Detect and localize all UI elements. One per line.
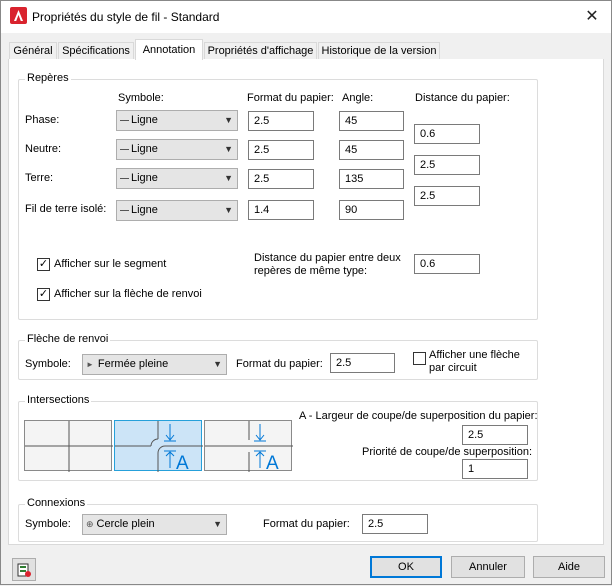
col-distance-header: Distance du papier:: [415, 92, 510, 104]
tab-historique-version[interactable]: Historique de la version: [318, 42, 440, 60]
fleche-symbole-label: Symbole:: [25, 358, 71, 370]
phase-label: Phase:: [25, 114, 60, 126]
tab-proprietes-affichage[interactable]: Propriétés d'affichage: [204, 42, 317, 60]
terre-angle-input[interactable]: 135: [339, 169, 404, 189]
phase-distance-input[interactable]: 0.6: [414, 124, 480, 144]
neutre-distance-input[interactable]: 2.5: [414, 155, 480, 175]
fil-terre-isole-angle-input[interactable]: 90: [339, 200, 404, 220]
intersection-none-icon: [25, 421, 113, 472]
connexions-symbole-value: Cercle plein: [96, 518, 155, 530]
filled-circle-icon: ⊕: [86, 519, 94, 529]
fleche-symbole-value: Fermée pleine: [97, 358, 169, 370]
afficher-fleche-checkbox[interactable]: ✓: [37, 288, 50, 301]
line-symbol-icon: [120, 177, 129, 179]
connexions-group-label: Connexions: [25, 497, 88, 509]
distance-deux-label-line2: repères de même type:: [254, 265, 368, 277]
afficher-segment-checkbox[interactable]: ✓: [37, 258, 50, 271]
tab-specifications[interactable]: Spécifications: [58, 42, 134, 60]
fleche-renvoi-group-label: Flèche de renvoi: [25, 333, 111, 345]
style-browser-icon: [17, 563, 31, 577]
chevron-down-icon: ▼: [224, 144, 233, 154]
col-format-header: Format du papier:: [247, 92, 334, 104]
connexions-format-input[interactable]: 2.5: [362, 514, 428, 534]
neutre-angle-input[interactable]: 45: [339, 140, 404, 160]
close-icon: ✕: [585, 8, 599, 25]
fil-terre-isole-symbole-select[interactable]: Ligne ▼: [116, 200, 238, 221]
style-browser-button[interactable]: [12, 558, 36, 581]
afficher-fleche-circuit-checkbox[interactable]: [413, 352, 426, 365]
aide-button[interactable]: Aide: [533, 556, 605, 578]
fleche-symbole-select[interactable]: ► Fermée pleine ▼: [82, 354, 227, 375]
line-symbol-icon: [120, 119, 129, 121]
annuler-button[interactable]: Annuler: [451, 556, 525, 578]
fil-terre-isole-label: Fil de terre isolé:: [25, 203, 107, 215]
largeur-coupe-label: A - Largeur de coupe/de superposition du…: [299, 410, 538, 422]
intersection-break-icon: A: [115, 421, 203, 472]
connexions-symbole-label: Symbole:: [25, 518, 71, 530]
svg-text:A: A: [266, 453, 279, 472]
ok-button[interactable]: OK: [370, 556, 442, 578]
fil-terre-isole-symbole-value: Ligne: [131, 204, 158, 216]
terre-symbole-select[interactable]: Ligne ▼: [116, 168, 238, 189]
largeur-coupe-input[interactable]: 2.5: [462, 425, 528, 445]
priorite-coupe-label: Priorité de coupe/de superposition:: [362, 446, 532, 458]
chevron-down-icon: ▼: [224, 173, 233, 183]
tab-annotation[interactable]: Annotation: [135, 39, 203, 60]
title-bar: Propriétés du style de fil - Standard ✕: [1, 1, 611, 33]
fil-terre-isole-format-input[interactable]: 1.4: [248, 200, 314, 220]
terre-format-input[interactable]: 2.5: [248, 169, 314, 189]
terre-symbole-value: Ligne: [131, 172, 158, 184]
afficher-segment-label: Afficher sur le segment: [54, 258, 167, 270]
distance-deux-label-line1: Distance du papier entre deux: [254, 252, 401, 264]
close-button[interactable]: ✕: [573, 2, 611, 31]
chevron-down-icon: ▼: [224, 115, 233, 125]
chevron-down-icon: ▼: [213, 519, 222, 529]
reperes-group-label: Repères: [25, 72, 71, 84]
priorite-coupe-input[interactable]: 1: [462, 459, 528, 479]
tab-general[interactable]: Général: [9, 42, 57, 60]
col-symbole-header: Symbole:: [118, 92, 164, 104]
neutre-format-input[interactable]: 2.5: [248, 140, 314, 160]
neutre-symbole-select[interactable]: Ligne ▼: [116, 139, 238, 160]
connexions-format-label: Format du papier:: [263, 518, 350, 530]
phase-symbole-value: Ligne: [131, 114, 158, 126]
fleche-format-input[interactable]: 2.5: [330, 353, 395, 373]
terre-label: Terre:: [25, 172, 54, 184]
line-symbol-icon: [120, 148, 129, 150]
afficher-fleche-circuit-line2: par circuit: [429, 362, 477, 374]
afficher-fleche-label: Afficher sur la flèche de renvoi: [54, 288, 202, 300]
autocad-app-icon: [10, 7, 27, 24]
col-angle-header: Angle:: [342, 92, 374, 104]
fleche-format-label: Format du papier:: [236, 358, 323, 370]
window-title: Propriétés du style de fil - Standard: [32, 10, 220, 24]
neutre-label: Neutre:: [25, 143, 62, 155]
intersection-option-break[interactable]: A: [114, 420, 203, 472]
terre-distance-input[interactable]: 2.5: [414, 186, 480, 206]
intersection-option-none[interactable]: [24, 420, 113, 472]
svg-text:A: A: [176, 453, 189, 472]
intersection-option-overlap[interactable]: A: [204, 420, 293, 472]
intersections-group-label: Intersections: [25, 394, 92, 406]
closed-filled-arrow-icon: ►: [86, 360, 94, 369]
phase-format-input[interactable]: 2.5: [248, 111, 314, 131]
line-symbol-icon: [120, 209, 129, 211]
dialog-window: Propriétés du style de fil - Standard ✕ …: [0, 0, 612, 585]
connexions-symbole-select[interactable]: ⊕ Cercle plein ▼: [82, 514, 227, 535]
distance-deux-input[interactable]: 0.6: [414, 254, 480, 274]
neutre-symbole-value: Ligne: [131, 143, 158, 155]
phase-symbole-select[interactable]: Ligne ▼: [116, 110, 238, 131]
intersection-overlap-icon: A: [205, 421, 293, 472]
phase-angle-input[interactable]: 45: [339, 111, 404, 131]
chevron-down-icon: ▼: [224, 205, 233, 215]
chevron-down-icon: ▼: [213, 359, 222, 369]
afficher-fleche-circuit-line1: Afficher une flèche: [429, 349, 520, 361]
